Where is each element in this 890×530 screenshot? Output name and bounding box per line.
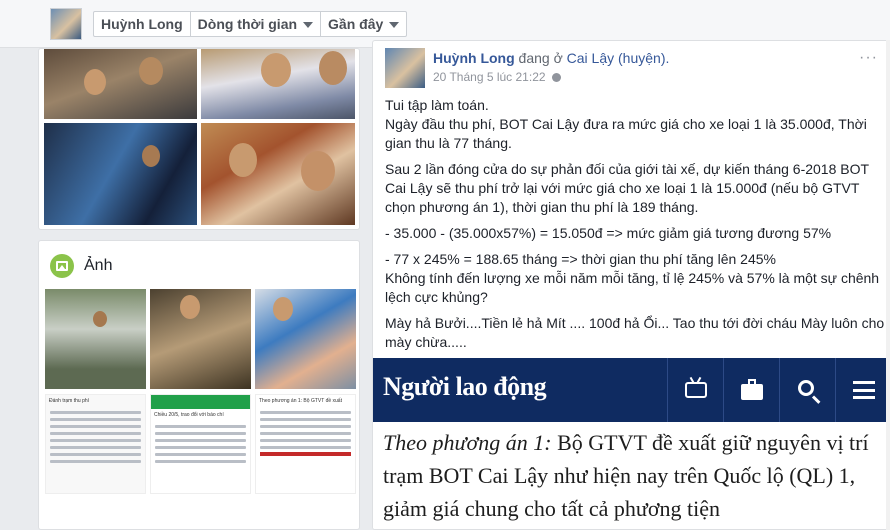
thumb-caption: Theo phương án 1: Bộ GTVT đề xuất xyxy=(259,398,342,404)
article-lead: Theo phương án 1: Bộ GTVT đề xuất giữ ng… xyxy=(383,426,883,525)
face-shape xyxy=(180,295,200,319)
newspaper-nav-icons xyxy=(667,358,890,422)
featured-photos-card xyxy=(38,48,360,230)
face-shape xyxy=(273,297,293,321)
photo-thumb-1[interactable] xyxy=(45,289,146,389)
post-author-avatar[interactable] xyxy=(385,48,425,88)
face-shape xyxy=(301,151,335,191)
post-timestamp[interactable]: 20 Tháng 5 lúc 21:22 xyxy=(433,70,546,84)
photo-icon xyxy=(50,254,74,278)
post-text: Tui tập làm toán. Ngày đầu thu phí, BOT … xyxy=(385,96,885,352)
thumb-caption: Chiều 20/5, trao đổi với báo chí xyxy=(154,412,224,418)
face-shape xyxy=(139,57,163,85)
newspaper-logo: Người lao động xyxy=(383,372,547,401)
post-paragraph: - 35.000 - (35.000x57%) = 15.050đ => mức… xyxy=(385,225,832,241)
article-screenshot[interactable]: Người lao động Theo phương án 1: Bộ GTVT… xyxy=(373,358,890,529)
timeline-label: Dòng thời gian xyxy=(197,16,298,32)
timeline-post: Huỳnh Long đang ở Cai Lậy (huyện). 20 Th… xyxy=(372,40,890,530)
face-shape xyxy=(84,69,106,95)
featured-photo-1[interactable] xyxy=(44,49,197,119)
search-icon xyxy=(779,358,835,422)
post-meta: 20 Tháng 5 lúc 21:22 xyxy=(433,70,561,84)
face-shape xyxy=(319,51,347,85)
more-options-icon[interactable]: ··· xyxy=(859,49,878,67)
chevron-down-icon xyxy=(303,22,314,28)
photo-thumb-2[interactable] xyxy=(150,289,251,389)
post-verb: đang ở xyxy=(518,50,563,66)
post-paragraph: Không tính đến lượng xe mỗi năm mỗi tăng… xyxy=(385,270,880,305)
photo-thumb-3[interactable] xyxy=(255,289,356,389)
recent-dropdown[interactable]: Gần đây xyxy=(321,12,406,36)
post-paragraph: - 77 x 245% = 188.65 tháng => thời gian … xyxy=(385,251,776,267)
profile-avatar[interactable] xyxy=(50,8,82,40)
post-paragraph: Tui tập làm toán. xyxy=(385,97,489,113)
chevron-down-icon xyxy=(389,22,400,28)
globe-icon[interactable] xyxy=(551,72,561,82)
photo-thumb-4[interactable]: Đánh trạm thu phí xyxy=(45,394,146,494)
featured-photo-3[interactable] xyxy=(44,123,197,225)
photos-title: Ảnh xyxy=(84,257,113,274)
featured-photo-4[interactable] xyxy=(201,123,355,225)
profile-nav-breadcrumb: Huỳnh Long Dòng thời gian Gần đây xyxy=(93,11,408,37)
recent-label: Gần đây xyxy=(328,16,384,32)
post-paragraph: Ngày đầu thu phí, BOT Cai Lậy đưa ra mức… xyxy=(385,116,867,151)
headline-strip xyxy=(260,452,351,456)
profile-name-label: Huỳnh Long xyxy=(101,16,183,32)
profile-name-link[interactable]: Huỳnh Long xyxy=(94,12,191,36)
newspaper-header: Người lao động xyxy=(373,358,890,422)
post-paragraph: Sau 2 lần đóng cửa do sự phản đối của gi… xyxy=(385,161,869,215)
tv-icon xyxy=(667,358,723,422)
face-shape xyxy=(261,53,291,87)
briefcase-icon xyxy=(723,358,779,422)
featured-photo-2[interactable] xyxy=(201,49,355,119)
photos-card: Ảnh Đánh trạm thu phí Chiều 20/5, trao đ… xyxy=(38,240,360,530)
face-shape xyxy=(93,311,107,327)
thumb-caption: Đánh trạm thu phí xyxy=(49,398,90,404)
page-scrollbar[interactable] xyxy=(886,40,890,530)
photo-thumb-5[interactable]: Chiều 20/5, trao đổi với báo chí xyxy=(150,394,251,494)
photos-header[interactable]: Ảnh xyxy=(50,254,112,278)
photo-thumb-6[interactable]: Theo phương án 1: Bộ GTVT đề xuất xyxy=(255,394,356,494)
post-location-link[interactable]: Cai Lậy (huyện). xyxy=(567,50,670,66)
menu-icon xyxy=(835,358,890,422)
face-shape xyxy=(229,143,257,177)
post-paragraph: Mày hả Bưởi....Tiền lẻ hả Mít .... 100đ … xyxy=(385,315,885,350)
face-shape xyxy=(142,145,160,167)
post-header: Huỳnh Long đang ở Cai Lậy (huyện). xyxy=(433,50,669,66)
article-lead-emphasis: Theo phương án 1: xyxy=(383,430,552,455)
timeline-dropdown[interactable]: Dòng thời gian xyxy=(191,12,322,36)
app-header-strip xyxy=(151,395,250,409)
post-author-link[interactable]: Huỳnh Long xyxy=(433,50,515,66)
